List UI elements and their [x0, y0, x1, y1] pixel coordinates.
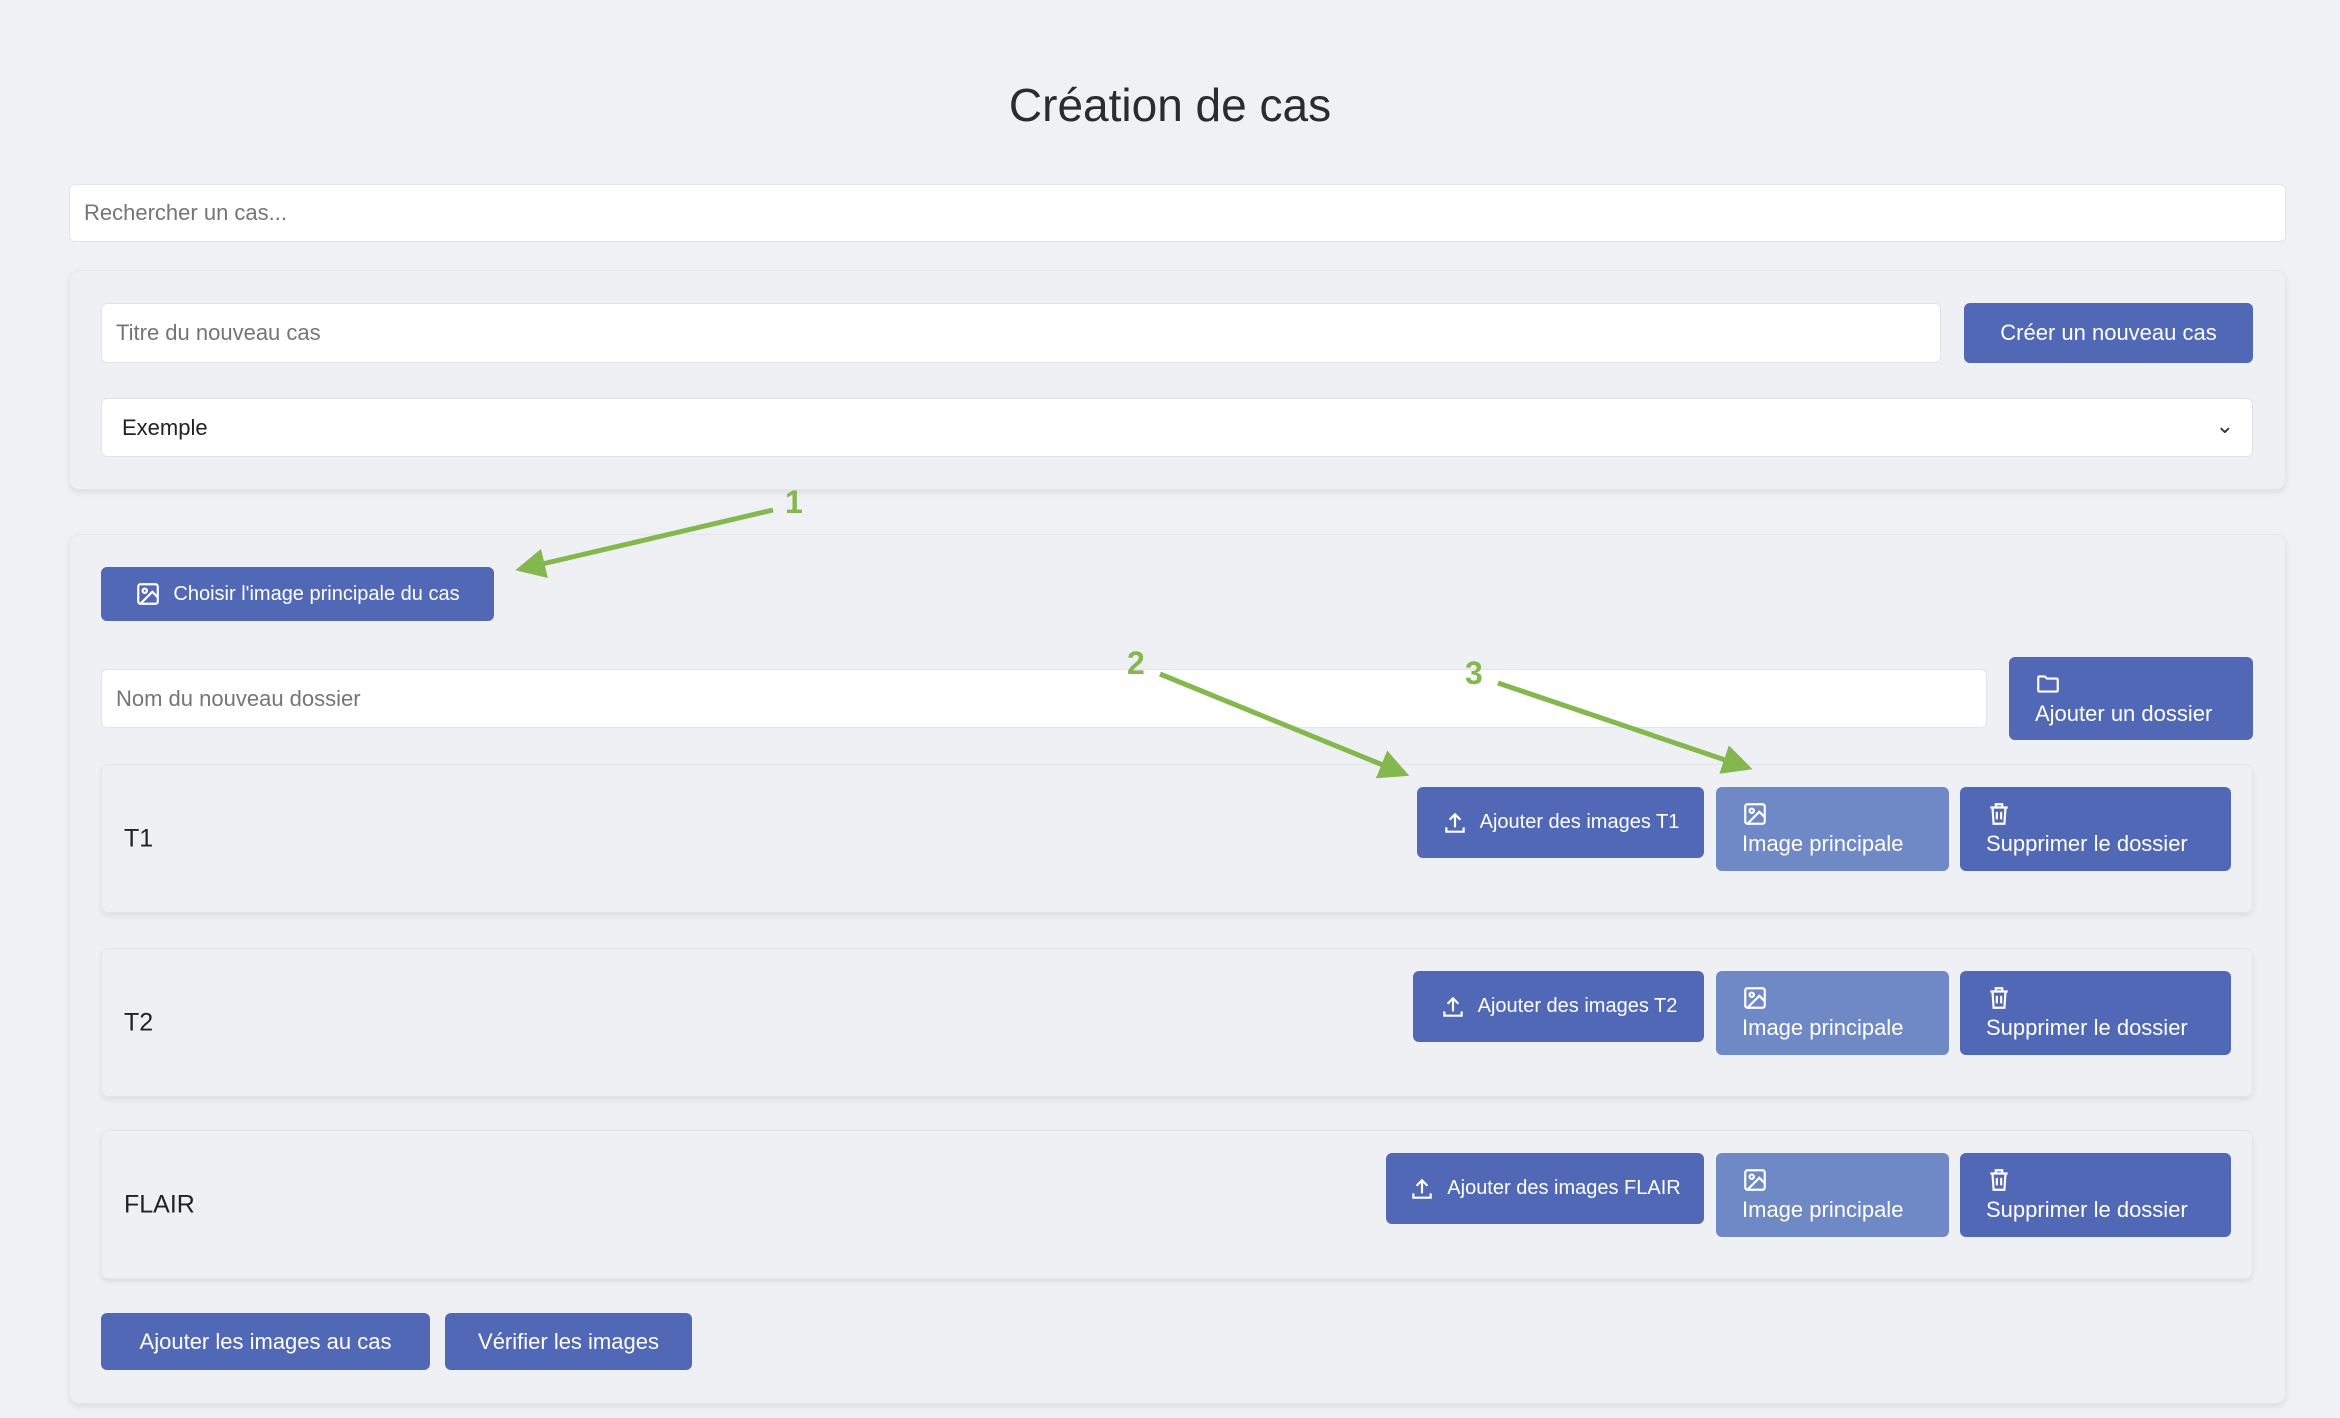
main-image-button[interactable]: Image principale: [1716, 971, 1949, 1055]
main-image-label: Image principale: [1742, 1197, 1904, 1222]
delete-folder-button[interactable]: Supprimer le dossier: [1960, 1153, 2231, 1237]
main-image-button[interactable]: Image principale: [1716, 787, 1949, 871]
delete-folder-label: Supprimer le dossier: [1986, 831, 2188, 856]
image-icon: [137, 583, 160, 605]
delete-folder-label: Supprimer le dossier: [1986, 1015, 2188, 1040]
folder-name: T2: [124, 1008, 154, 1036]
folder-row-flair: FLAIR Ajouter des images FLAIR Image pri…: [101, 1130, 2253, 1279]
delete-folder-button[interactable]: Supprimer le dossier: [1960, 787, 2231, 871]
delete-folder-button[interactable]: Supprimer le dossier: [1960, 971, 2231, 1055]
search-input[interactable]: [69, 184, 2286, 242]
folder-name-input[interactable]: [101, 669, 1987, 728]
upload-label: Ajouter des images T2: [1477, 995, 1678, 1017]
delete-folder-label: Supprimer le dossier: [1986, 1197, 2188, 1222]
add-images-to-case-button[interactable]: Ajouter les images au cas: [101, 1313, 430, 1370]
case-select-value: Exemple: [122, 414, 208, 440]
main-image-button[interactable]: Image principale: [1716, 1153, 1949, 1237]
image-icon: [1744, 1169, 1766, 1191]
add-folder-label: Ajouter un dossier: [2035, 700, 2213, 726]
upload-icon: [1442, 996, 1463, 1017]
folder-row-t2: T2 Ajouter des images T2 Image principal…: [101, 948, 2253, 1097]
trash-icon: [1990, 1169, 2008, 1191]
folder-name: FLAIR: [124, 1190, 195, 1218]
upload-label: Ajouter des images FLAIR: [1447, 1177, 1681, 1199]
folder-name: T1: [124, 824, 154, 852]
folder-row-t1: T1 Ajouter des images T1 Image principal…: [101, 764, 2253, 913]
page-title: Création de cas: [1008, 79, 1332, 131]
upload-images-button[interactable]: Ajouter des images FLAIR: [1386, 1153, 1704, 1224]
annotation-label-2: 2: [1127, 645, 1145, 681]
choose-main-image-button[interactable]: Choisir l'image principale du cas: [101, 567, 494, 621]
main-image-label: Image principale: [1742, 831, 1904, 856]
case-title-input[interactable]: [101, 303, 1941, 363]
annotation-label-1: 1: [785, 484, 803, 520]
upload-images-button[interactable]: Ajouter des images T2: [1413, 971, 1704, 1042]
trash-icon: [1990, 803, 2008, 825]
choose-main-image-label: Choisir l'image principale du cas: [173, 582, 460, 605]
verify-images-button[interactable]: Vérifier les images: [445, 1313, 692, 1370]
main-image-label: Image principale: [1742, 1015, 1904, 1040]
upload-label: Ajouter des images T1: [1479, 811, 1680, 833]
case-select[interactable]: Exemple ⌄: [101, 398, 2253, 457]
annotation-label-3: 3: [1465, 655, 1483, 691]
image-icon: [1744, 803, 1766, 825]
add-folder-button[interactable]: Ajouter un dossier: [2009, 657, 2253, 740]
image-icon: [1744, 987, 1766, 1009]
upload-icon: [1444, 812, 1465, 833]
folder-icon: [2037, 674, 2059, 693]
upload-icon: [1412, 1178, 1433, 1199]
trash-icon: [1990, 987, 2008, 1009]
create-case-button[interactable]: Créer un nouveau cas: [1964, 303, 2253, 363]
upload-images-button[interactable]: Ajouter des images T1: [1417, 787, 1704, 858]
chevron-down-icon: ⌄: [2215, 413, 2234, 438]
